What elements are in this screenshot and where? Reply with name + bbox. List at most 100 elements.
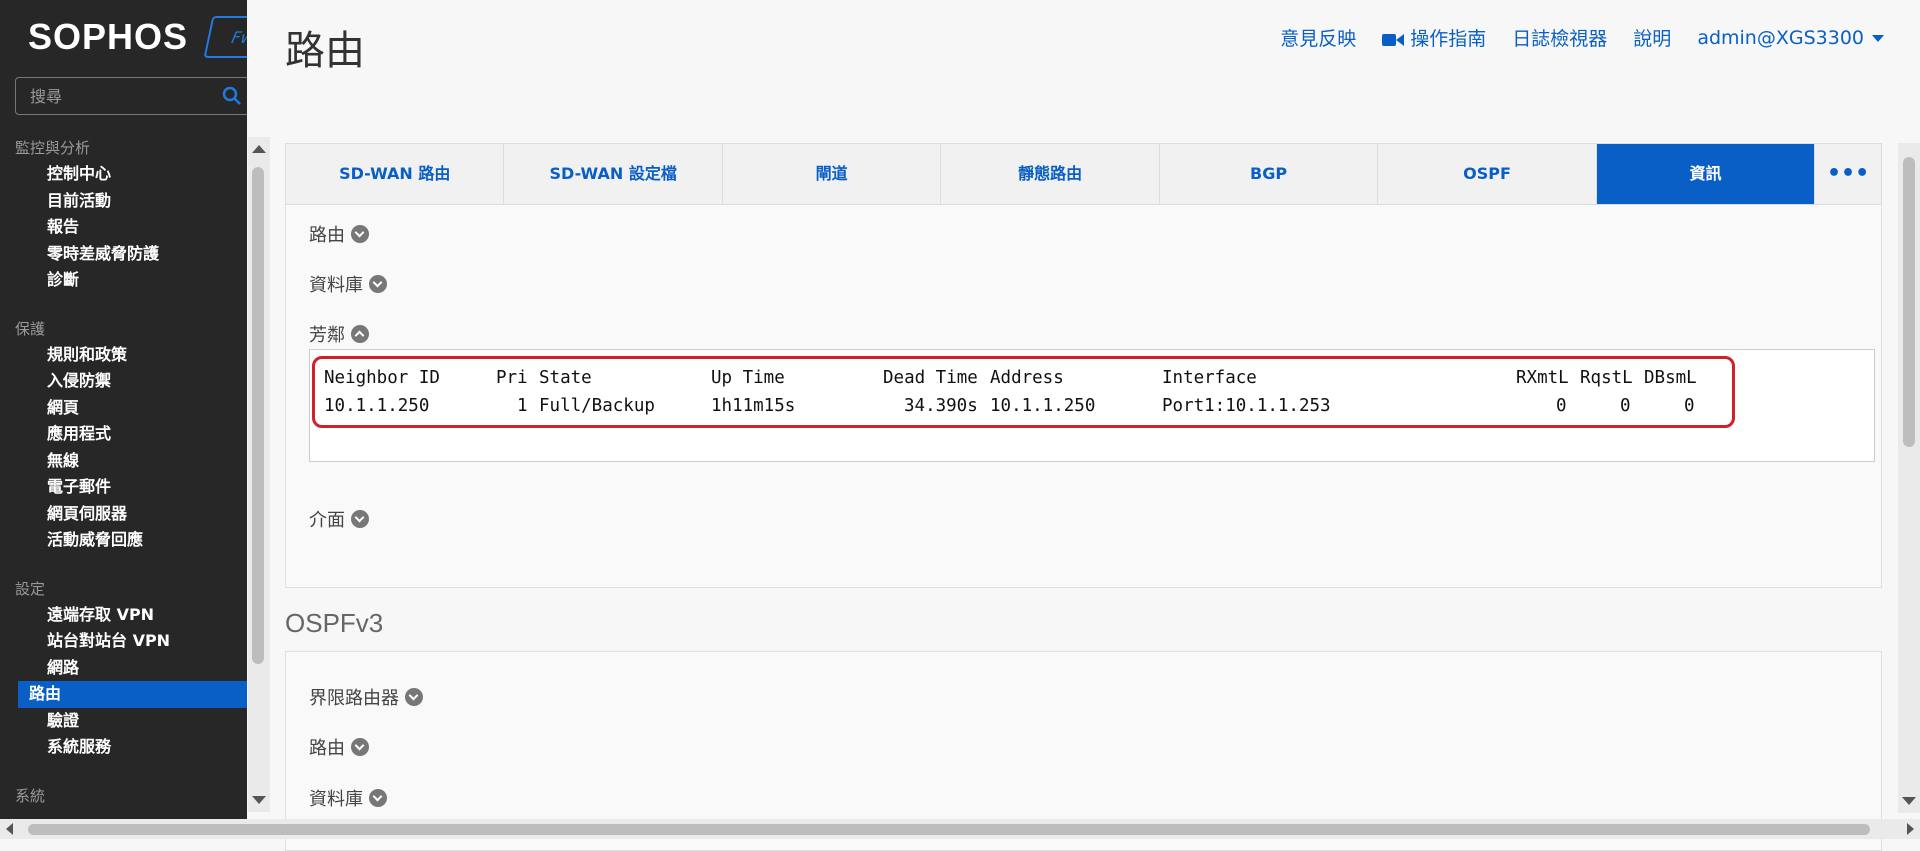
neighbor-output: Neighbor ID Pri State Up Time Dead Time … xyxy=(309,349,1875,462)
chevron-down-icon[interactable] xyxy=(369,789,387,807)
routes-label: 路由 xyxy=(309,225,345,246)
tab-ospf[interactable]: OSPF xyxy=(1378,144,1597,204)
table-row: 10.1.1.250 1 Full/Backup 1h11m15s 34.390… xyxy=(324,396,1695,420)
border-routers-label: 界限路由器 xyxy=(309,688,399,709)
v3-database-section-header[interactable]: 資料庫 xyxy=(309,785,387,811)
tab-bgp[interactable]: BGP xyxy=(1160,144,1379,204)
v3-routes-section-header[interactable]: 路由 xyxy=(309,734,369,760)
sidebar-item-network[interactable]: 網路 xyxy=(18,655,247,682)
main-scrollbar[interactable] xyxy=(1898,143,1920,813)
horizontal-scroll-thumb[interactable] xyxy=(28,824,1870,835)
sidebar-scrollbar[interactable] xyxy=(248,137,270,812)
more-tabs-icon[interactable]: ••• xyxy=(1815,144,1881,204)
sidebar-item-routing[interactable]: 路由 xyxy=(18,681,247,708)
chevron-down-icon[interactable] xyxy=(351,738,369,756)
neighbors-label: 芳鄰 xyxy=(309,325,345,346)
sidebar-item-web-server[interactable]: 網頁伺服器 xyxy=(18,501,247,528)
feedback-link[interactable]: 意見反映 xyxy=(1280,24,1356,51)
sidebar-item-site-to-site-vpn[interactable]: 站台對站台 VPN xyxy=(18,628,247,655)
col-dbsml: DBsmL xyxy=(1644,368,1697,388)
sophos-logo[interactable]: SOPHOS Fw xyxy=(28,14,247,60)
tab-bar: SD-WAN 路由 SD-WAN 設定檔 閘道 靜態路由 BGP OSPF 資訊… xyxy=(285,143,1882,205)
col-rqstl: RqstL xyxy=(1580,368,1633,388)
chevron-down-icon[interactable] xyxy=(351,225,369,243)
interfaces-label: 介面 xyxy=(309,510,345,531)
search-box xyxy=(15,77,247,115)
chevron-down-icon[interactable] xyxy=(369,275,387,293)
chevron-down-icon xyxy=(1872,34,1884,42)
sidebar-item-remote-access-vpn[interactable]: 遠端存取 VPN xyxy=(18,602,247,629)
database-section-header[interactable]: 資料庫 xyxy=(309,271,387,297)
firewall-badge: Fw xyxy=(203,16,247,58)
sidebar-item-zero-day-protection[interactable]: 零時差威脅防護 xyxy=(18,241,247,268)
scroll-right-icon[interactable] xyxy=(1907,823,1914,835)
help-link[interactable]: 說明 xyxy=(1633,24,1671,51)
database-label: 資料庫 xyxy=(309,275,363,296)
cell-address: 10.1.1.250 xyxy=(990,396,1096,416)
user-menu[interactable]: admin@XGS3300 xyxy=(1697,27,1884,49)
scroll-up-icon[interactable] xyxy=(252,145,266,153)
sidebar-item-reports[interactable]: 報告 xyxy=(18,214,247,241)
sidebar-item-web[interactable]: 網頁 xyxy=(18,395,247,422)
nav-section-monitor: 監控與分析 xyxy=(15,139,91,157)
sidebar-item-active-threat-response[interactable]: 活動威脅回應 xyxy=(18,527,247,554)
sidebar-item-wireless[interactable]: 無線 xyxy=(18,448,247,475)
top-links: 意見反映 操作指南 日誌檢視器 說明 admin@XGS3300 xyxy=(1280,24,1884,51)
cell-pri: 1 xyxy=(517,396,528,416)
neighbor-table-header: Neighbor ID Pri State Up Time Dead Time … xyxy=(324,368,1697,392)
cell-up-time: 1h11m15s xyxy=(711,396,796,416)
sidebar-item-intrusion-prevention[interactable]: 入侵防禦 xyxy=(18,368,247,395)
scroll-down-icon[interactable] xyxy=(1902,797,1916,805)
main-scroll-thumb[interactable] xyxy=(1903,157,1915,447)
sidebar-item-current-activities[interactable]: 目前活動 xyxy=(18,188,247,215)
sidebar-item-rules-policies[interactable]: 規則和政策 xyxy=(18,342,247,369)
chevron-up-icon[interactable] xyxy=(351,325,369,343)
col-address: Address xyxy=(990,368,1064,388)
neighbors-section-header[interactable]: 芳鄰 xyxy=(309,321,369,347)
sidebar-nav: 監控與分析 控制中心 目前活動 報告 零時差威脅防護 診斷 保護 規則和政策 入… xyxy=(0,135,247,809)
scroll-left-icon[interactable] xyxy=(6,823,13,835)
sidebar-item-system-services[interactable]: 系統服務 xyxy=(18,734,247,761)
col-pri: Pri xyxy=(496,368,528,388)
sidebar-item-email[interactable]: 電子郵件 xyxy=(18,474,247,501)
search-icon[interactable] xyxy=(222,86,242,106)
log-viewer-link[interactable]: 日誌檢視器 xyxy=(1512,24,1607,51)
chevron-down-icon[interactable] xyxy=(351,510,369,528)
tab-static-routing[interactable]: 靜態路由 xyxy=(941,144,1160,204)
cell-dead-time: 34.390s xyxy=(904,396,978,416)
interfaces-section-header[interactable]: 介面 xyxy=(309,506,369,532)
tab-gateways[interactable]: 閘道 xyxy=(723,144,942,204)
search-input[interactable] xyxy=(16,78,224,115)
guide-link[interactable]: 操作指南 xyxy=(1382,24,1486,51)
horizontal-scrollbar[interactable] xyxy=(0,819,1920,839)
sidebar-item-authentication[interactable]: 驗證 xyxy=(18,708,247,735)
sidebar-item-diagnostics[interactable]: 診斷 xyxy=(18,267,247,294)
cell-rqstl: 0 xyxy=(1620,396,1631,416)
tab-sd-wan-routes[interactable]: SD-WAN 路由 xyxy=(286,144,505,204)
video-camera-icon xyxy=(1382,33,1405,46)
cell-state: Full/Backup xyxy=(539,396,655,416)
sidebar-item-applications[interactable]: 應用程式 xyxy=(18,421,247,448)
routes-section-header[interactable]: 路由 xyxy=(309,221,369,247)
cell-rxmtl: 0 xyxy=(1556,396,1567,416)
page-title: 路由 xyxy=(285,28,365,74)
sidebar-scroll-thumb[interactable] xyxy=(252,167,264,664)
cell-neighbor-id: 10.1.1.250 xyxy=(324,396,430,416)
scroll-down-icon[interactable] xyxy=(252,796,266,804)
nav-section-system: 系統 xyxy=(15,786,46,805)
cell-dbsml: 0 xyxy=(1684,396,1695,416)
nav-section-protect: 保護 xyxy=(15,319,46,338)
col-dead-time: Dead Time xyxy=(883,368,978,388)
highlight-annotation xyxy=(312,356,1735,428)
tab-sd-wan-profiles[interactable]: SD-WAN 設定檔 xyxy=(504,144,723,204)
brand-name: SOPHOS xyxy=(28,16,189,57)
guide-label: 操作指南 xyxy=(1410,28,1487,50)
col-interface: Interface xyxy=(1162,368,1257,388)
sidebar-item-control-center[interactable]: 控制中心 xyxy=(18,161,247,188)
sidebar: SOPHOS Fw 監控與分析 控制中心 目前活動 報告 零時差威脅防護 診斷 … xyxy=(0,0,247,839)
v3-routes-label: 路由 xyxy=(309,738,345,759)
tab-information[interactable]: 資訊 xyxy=(1596,144,1816,204)
border-routers-section-header[interactable]: 界限路由器 xyxy=(309,684,423,710)
chevron-down-icon[interactable] xyxy=(405,688,423,706)
nav-section-configure: 設定 xyxy=(15,579,46,598)
